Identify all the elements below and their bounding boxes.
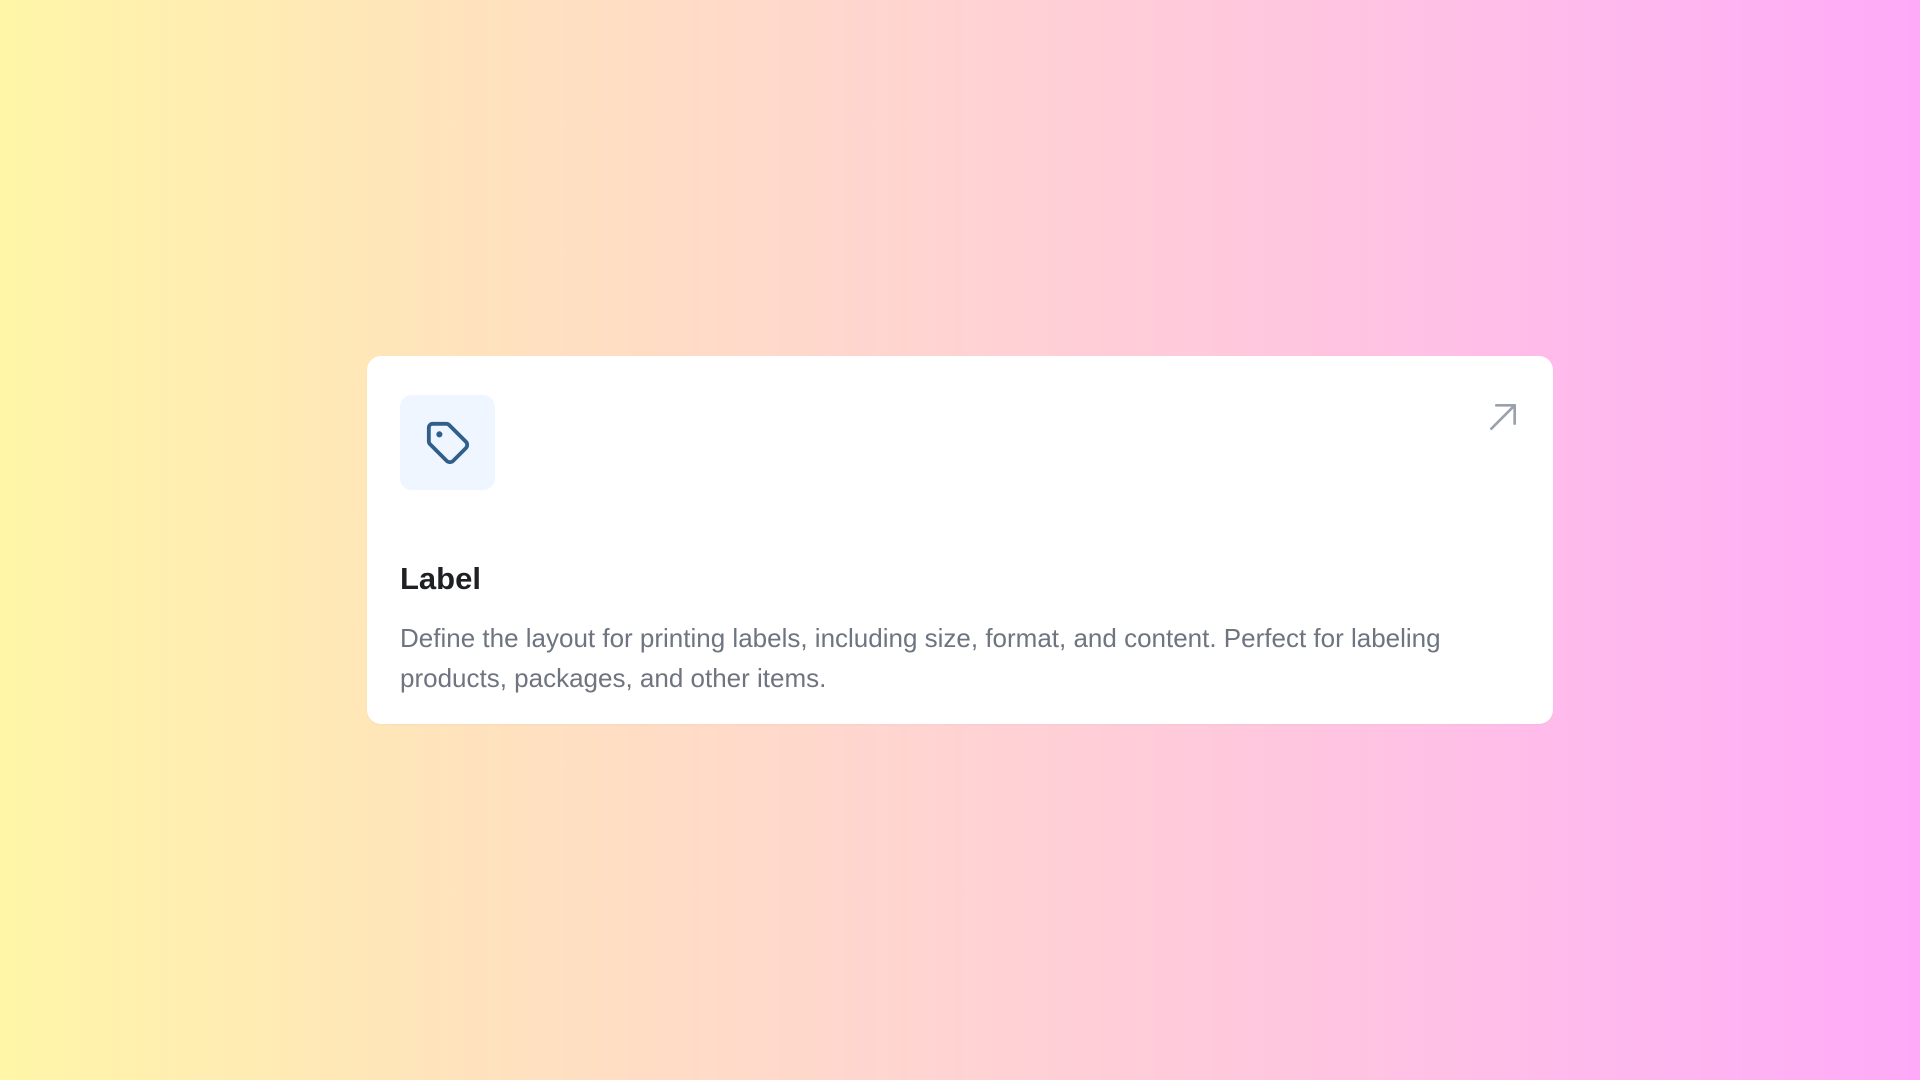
card-title: Label	[400, 561, 481, 596]
arrow-up-right-icon	[1490, 404, 1516, 430]
tag-icon	[426, 421, 469, 464]
open-link-button[interactable]	[1483, 397, 1523, 437]
label-template-card[interactable]: Label Define the layout for printing lab…	[367, 356, 1553, 724]
icon-tile	[400, 395, 495, 490]
card-description: Define the layout for printing labels, i…	[400, 623, 1441, 694]
